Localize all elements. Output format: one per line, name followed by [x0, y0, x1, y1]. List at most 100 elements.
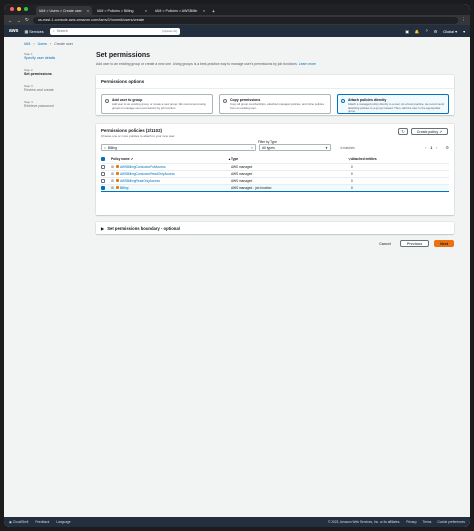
radio-button[interactable]: [223, 99, 227, 103]
cloudshell-icon[interactable]: ▣: [405, 29, 409, 34]
reload-icon[interactable]: ↻: [25, 17, 29, 23]
row-select-cell: [101, 170, 111, 178]
create-policy-label: Create policy: [416, 129, 439, 134]
attached-entities-header[interactable]: Attached entities: [351, 155, 449, 164]
select-all-checkbox[interactable]: [101, 156, 105, 161]
back-icon[interactable]: ←: [8, 18, 13, 23]
step-label: Retrieve password: [24, 104, 54, 108]
breadcrumb-users[interactable]: Users: [38, 42, 47, 46]
footer-language[interactable]: Language: [56, 520, 70, 524]
region-label: Global: [443, 29, 455, 34]
policy-name-cell: ⊞ Billing: [111, 183, 231, 192]
step-link-user-details[interactable]: Specify user details: [24, 56, 84, 60]
policy-name-link[interactable]: AWSBillingReadOnlyAccess: [120, 179, 160, 183]
row-checkbox[interactable]: [101, 164, 105, 169]
expand-icon[interactable]: ⊞: [111, 172, 114, 176]
table-row[interactable]: ⊞ AWSBillingConductorReadOnlyAccess AWS m…: [101, 170, 449, 178]
nav-right: ▣ 🔔 ? ⚙ Global ▾ ▾: [405, 29, 465, 34]
account-menu[interactable]: ▾: [463, 29, 465, 34]
attached-entities-cell: 0: [351, 183, 449, 192]
row-checkbox[interactable]: [101, 178, 105, 183]
gear-icon[interactable]: ⚙: [445, 145, 449, 150]
filter-row: ⌕ Billing × All types ▼ 4 matches ‹ 1 › …: [96, 144, 454, 151]
policy-name-link[interactable]: AWSBillingConductorReadOnlyAccess: [120, 172, 175, 176]
breadcrumb-iam[interactable]: IAM: [24, 42, 30, 46]
policy-search-input[interactable]: ⌕ Billing ×: [101, 144, 256, 151]
close-tab-icon[interactable]: ×: [87, 9, 89, 13]
row-checkbox[interactable]: [101, 171, 105, 176]
chevron-down-icon: ▼: [325, 145, 328, 150]
radio-button-selected[interactable]: [341, 99, 345, 103]
policy-name-link[interactable]: Billing: [120, 186, 129, 190]
permissions-boundary-section[interactable]: ▶ Set permissions boundary - optional: [96, 222, 454, 234]
radio-button[interactable]: [105, 99, 109, 103]
next-button[interactable]: Next: [434, 240, 454, 247]
row-checkbox-checked[interactable]: [101, 185, 105, 190]
create-policy-button[interactable]: Create policy ↗: [411, 128, 448, 135]
policies-header: Permissions policies (2/1102) Choose one…: [96, 124, 454, 144]
option-attach-policies[interactable]: Attach policies directly Attach a manage…: [337, 94, 449, 114]
settings-icon[interactable]: ⚙: [434, 29, 437, 34]
prev-page-icon[interactable]: ‹: [425, 146, 426, 150]
help-icon[interactable]: ?: [426, 29, 428, 33]
expand-icon[interactable]: ⊞: [111, 165, 114, 169]
type-filter-select[interactable]: All types ▼: [259, 144, 331, 151]
footer-cloudshell[interactable]: ▣ CloudShell: [9, 520, 28, 524]
close-tab-icon[interactable]: ×: [145, 9, 147, 13]
policies-table: Policy name ↗ ▲ Type ▽ Attached entities…: [101, 155, 449, 192]
table-row[interactable]: ⊞ AWSBillingConductorFullAccess AWS manag…: [101, 163, 449, 171]
notifications-icon[interactable]: 🔔: [415, 29, 420, 34]
region-menu[interactable]: Global ▾: [443, 29, 457, 34]
close-window-button[interactable]: [10, 7, 14, 11]
pagination: ‹ 1 › ⚙: [425, 145, 449, 150]
terms-link[interactable]: Terms: [423, 520, 432, 524]
table-row-selected[interactable]: ⊞ Billing AWS managed - job function 0: [101, 183, 449, 192]
console-search-input[interactable]: ⌕ Search [Option+S]: [49, 27, 180, 35]
search-placeholder: Search: [56, 29, 68, 33]
policy-type-cell: AWS managed - job function: [231, 183, 351, 192]
maximize-window-button[interactable]: [24, 7, 28, 11]
description-text: Add user to an existing group or create …: [96, 62, 298, 66]
policies-title: Permissions policies (2/1102): [101, 128, 163, 133]
wizard-step: Step 2 Set permissions: [24, 68, 84, 76]
breadcrumb-current: Create user: [54, 42, 73, 46]
expand-icon[interactable]: ⊞: [111, 186, 114, 190]
policy-name-header[interactable]: Policy name ↗ ▲: [111, 155, 231, 164]
policy-icon: [115, 186, 119, 190]
footer-feedback[interactable]: Feedback: [35, 520, 49, 524]
learn-more-link[interactable]: Learn more: [299, 62, 316, 66]
option-add-to-group[interactable]: Add user to group Add user to an existin…: [101, 94, 213, 114]
browser-tab[interactable]: IAM > Policies > AWSBillin ×: [152, 6, 208, 15]
copyright-text: © 2023, Amazon Web Services, Inc. or its…: [328, 520, 401, 524]
match-count: 4 matches: [340, 145, 355, 150]
cookie-preferences-link[interactable]: Cookie preferences: [437, 520, 465, 524]
browser-tab[interactable]: IAM > Policies > Billing ×: [94, 6, 150, 15]
privacy-link[interactable]: Privacy: [406, 520, 416, 524]
browser-window: IAM > Users > Create user × IAM > Policie…: [4, 4, 470, 527]
menu-icon[interactable]: ⋮: [462, 17, 467, 23]
next-page-icon[interactable]: ›: [436, 146, 437, 150]
refresh-button[interactable]: ↻: [398, 128, 408, 135]
minimize-window-button[interactable]: [17, 7, 21, 11]
policy-name-link[interactable]: AWSBillingConductorFullAccess: [120, 165, 166, 169]
close-tab-icon[interactable]: ×: [203, 9, 205, 13]
option-copy-permissions[interactable]: Copy permissions Copy all group membersh…: [219, 94, 331, 114]
wizard-step: Step 4 Retrieve password: [24, 100, 84, 108]
policies-subtitle: Choose one or more policies to attach to…: [101, 134, 176, 138]
browser-tab[interactable]: IAM > Users > Create user ×: [36, 6, 92, 15]
aws-logo[interactable]: aws: [9, 28, 18, 34]
expand-icon[interactable]: ⊞: [111, 179, 114, 183]
table-row[interactable]: ⊞ AWSBillingReadOnlyAccess AWS managed 0: [101, 177, 449, 185]
external-link-icon: ↗: [439, 129, 443, 134]
services-menu[interactable]: ▦ Services: [24, 29, 43, 34]
page-number[interactable]: 1: [430, 146, 432, 150]
previous-button[interactable]: Previous: [400, 240, 430, 247]
tab-label: IAM > Users > Create user: [39, 8, 82, 13]
refresh-icon: ↻: [401, 129, 405, 134]
tab-label: IAM > Policies > Billing: [97, 8, 134, 13]
clear-icon[interactable]: ×: [251, 146, 253, 150]
forward-icon[interactable]: →: [17, 18, 22, 23]
type-header[interactable]: Type ▽: [231, 155, 351, 164]
cancel-button[interactable]: Cancel: [375, 242, 395, 246]
url-field[interactable]: us-east-1.console.aws.amazon.com/iamv2/h…: [32, 16, 458, 24]
